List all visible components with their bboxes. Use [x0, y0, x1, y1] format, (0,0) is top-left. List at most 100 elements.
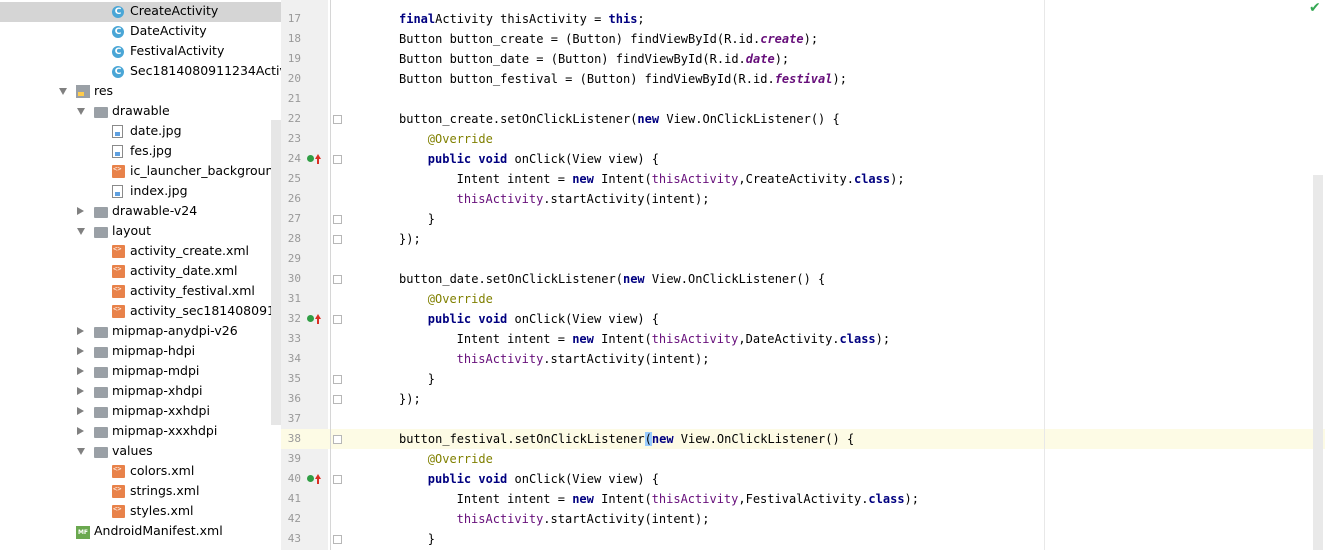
code-line[interactable]: Intent intent = new Intent(thisActivity,…	[457, 489, 919, 509]
tree-item[interactable]: activity_festival.xml	[0, 282, 281, 302]
code-line[interactable]: finalActivity thisActivity = this;	[399, 9, 645, 29]
folder-icon	[94, 447, 108, 458]
tree-item[interactable]: MF AndroidManifest.xml	[0, 522, 281, 542]
project-tree-scrollbar[interactable]	[271, 120, 281, 425]
code-line[interactable]: thisActivity.startActivity(intent);	[457, 509, 710, 529]
implements-method-icon[interactable]	[307, 314, 321, 324]
code-line[interactable]: public void onClick(View view) {	[428, 309, 659, 329]
tree-item[interactable]: values	[0, 442, 281, 462]
line-number: 28	[287, 232, 301, 245]
code-line[interactable]: button_festival.setOnClickListener(new V…	[399, 429, 854, 449]
code-token: thisActivity	[456, 512, 544, 526]
fold-marker-icon[interactable]	[333, 115, 342, 124]
fold-marker-icon[interactable]	[333, 315, 342, 324]
tree-item[interactable]: mipmap-xxxhdpi	[0, 422, 281, 442]
collapse-right-icon[interactable]	[77, 327, 84, 335]
code-line[interactable]: Intent intent = new Intent(thisActivity,…	[457, 169, 905, 189]
tree-item[interactable]: activity_create.xml	[0, 242, 281, 262]
tree-item[interactable]: styles.xml	[0, 502, 281, 522]
fold-marker-icon[interactable]	[333, 535, 342, 544]
tree-item[interactable]: C CreateActivity	[0, 2, 281, 22]
expand-down-icon[interactable]	[77, 108, 85, 115]
fold-marker-icon[interactable]	[333, 155, 342, 164]
code-line[interactable]: public void onClick(View view) {	[428, 149, 659, 169]
tree-item[interactable]: mipmap-anydpi-v26	[0, 322, 281, 342]
code-token: @Override	[427, 452, 493, 466]
xml-file-icon	[112, 505, 125, 518]
code-line[interactable]: }	[428, 369, 435, 389]
fold-marker-icon[interactable]	[333, 435, 342, 444]
class-icon: C	[112, 66, 124, 78]
code-line[interactable]: thisActivity.startActivity(intent);	[457, 189, 710, 209]
fold-gutter-divider	[330, 0, 331, 550]
tree-item[interactable]: mipmap-xhdpi	[0, 382, 281, 402]
collapse-right-icon[interactable]	[77, 387, 84, 395]
tree-item[interactable]: C FestivalActivity	[0, 42, 281, 62]
code-line[interactable]: @Override	[428, 289, 493, 309]
tree-item[interactable]: date.jpg	[0, 122, 281, 142]
fold-marker-icon[interactable]	[333, 235, 342, 244]
code-token: Intent intent =	[456, 492, 573, 506]
collapse-right-icon[interactable]	[77, 427, 84, 435]
fold-marker-icon[interactable]	[333, 475, 342, 484]
code-token: Intent intent =	[456, 172, 573, 186]
code-line[interactable]: Button button_festival = (Button) findVi…	[399, 69, 847, 89]
code-line[interactable]: button_date.setOnClickListener(new View.…	[399, 269, 825, 289]
code-line[interactable]: button_create.setOnClickListener(new Vie…	[399, 109, 840, 129]
fold-marker-icon[interactable]	[333, 395, 342, 404]
code-token: ;	[637, 12, 645, 26]
tree-item[interactable]: strings.xml	[0, 482, 281, 502]
collapse-right-icon[interactable]	[77, 367, 84, 375]
tree-item[interactable]: ic_launcher_background.xml	[0, 162, 281, 182]
expand-down-icon[interactable]	[77, 228, 85, 235]
code-token: Button button_date = (Button) findViewBy…	[399, 52, 746, 66]
line-number: 26	[287, 192, 301, 205]
tree-item-label: Sec1814080911234Activity	[130, 63, 281, 78]
code-token: date	[745, 52, 775, 66]
tree-item[interactable]: activity_sec1814080911234.xml	[0, 302, 281, 322]
tree-item[interactable]: res	[0, 82, 281, 102]
tree-item[interactable]: drawable	[0, 102, 281, 122]
xml-file-icon	[112, 485, 125, 498]
tree-item[interactable]: colors.xml	[0, 462, 281, 482]
fold-marker-icon[interactable]	[333, 375, 342, 384]
code-line[interactable]: Intent intent = new Intent(thisActivity,…	[457, 329, 891, 349]
code-line[interactable]: });	[399, 229, 421, 249]
code-line[interactable]: Button button_create = (Button) findView…	[399, 29, 818, 49]
tree-item[interactable]: mipmap-hdpi	[0, 342, 281, 362]
code-line[interactable]: });	[399, 389, 421, 409]
implements-method-icon[interactable]	[307, 474, 321, 484]
fold-marker-icon[interactable]	[333, 215, 342, 224]
tree-item-label: mipmap-xxhdpi	[112, 403, 210, 418]
collapse-right-icon[interactable]	[77, 407, 84, 415]
code-line[interactable]: @Override	[428, 449, 493, 469]
xml-file-icon	[112, 465, 125, 478]
code-token: new	[572, 492, 594, 506]
tree-item[interactable]: mipmap-xxhdpi	[0, 402, 281, 422]
tree-item[interactable]: drawable-v24	[0, 202, 281, 222]
tree-item[interactable]: C Sec1814080911234Activity	[0, 62, 281, 82]
tree-item[interactable]: fes.jpg	[0, 142, 281, 162]
code-token: );	[774, 52, 790, 66]
code-line[interactable]: @Override	[428, 129, 493, 149]
tree-item[interactable]: C DateActivity	[0, 22, 281, 42]
expand-down-icon[interactable]	[59, 88, 67, 95]
expand-down-icon[interactable]	[77, 448, 85, 455]
fold-marker-icon[interactable]	[333, 275, 342, 284]
code-line[interactable]: thisActivity.startActivity(intent);	[457, 349, 710, 369]
collapse-right-icon[interactable]	[77, 207, 84, 215]
code-token: View.OnClickListener() {	[644, 272, 826, 286]
code-line[interactable]: }	[428, 209, 435, 229]
tree-item[interactable]: activity_date.xml	[0, 262, 281, 282]
code-token: @Override	[427, 132, 493, 146]
collapse-right-icon[interactable]	[77, 347, 84, 355]
tree-item[interactable]: mipmap-mdpi	[0, 362, 281, 382]
code-line[interactable]: }	[428, 529, 435, 549]
implements-method-icon[interactable]	[307, 154, 321, 164]
tree-item[interactable]: index.jpg	[0, 182, 281, 202]
tree-item[interactable]: layout	[0, 222, 281, 242]
editor-scrollbar[interactable]	[1313, 175, 1323, 550]
line-number: 25	[287, 172, 301, 185]
code-line[interactable]: public void onClick(View view) {	[428, 469, 659, 489]
code-line[interactable]: Button button_date = (Button) findViewBy…	[399, 49, 789, 69]
